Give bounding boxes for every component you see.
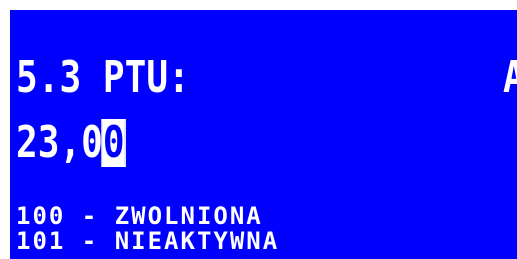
menu-title: 5.3 PTU: bbox=[16, 52, 190, 103]
menu-title-suffix: A bbox=[503, 56, 517, 100]
option-item-zwolniona[interactable]: 100 - ZWOLNIONA bbox=[16, 204, 263, 228]
fiscal-printer-display: 5.3 PTU: A 23,00 100 - ZWOLNIONA 101 - N… bbox=[0, 0, 517, 259]
text-cursor: 0 bbox=[101, 117, 127, 168]
vat-rate-input[interactable]: 23,00 bbox=[16, 117, 127, 168]
vat-rate-value: 23,0 bbox=[16, 117, 103, 168]
lcd-panel: 5.3 PTU: A 23,00 100 - ZWOLNIONA 101 - N… bbox=[10, 10, 517, 259]
option-item-nieaktywna[interactable]: 101 - NIEAKTYWNA bbox=[16, 229, 279, 253]
